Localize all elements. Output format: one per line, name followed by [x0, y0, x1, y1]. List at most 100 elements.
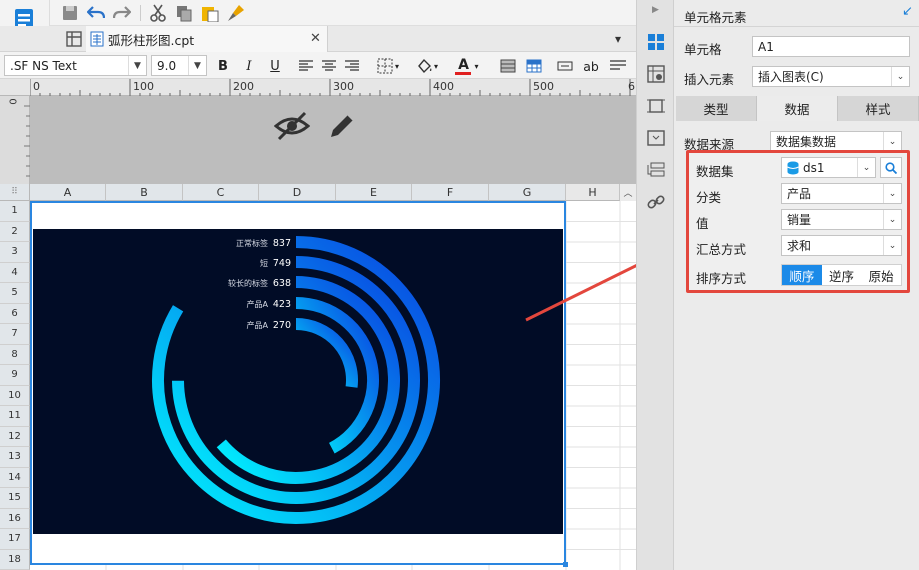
chart-canvas: 正常标签 837 短 749 较长的标签 638 产品A 423 产品A 270 — [152, 236, 440, 524]
cell-value: A1 — [758, 39, 774, 54]
column-header[interactable]: C — [183, 184, 259, 201]
save-icon[interactable] — [60, 3, 80, 23]
chevron-down-icon[interactable]: ▼ — [128, 56, 146, 75]
column-header[interactable]: E — [336, 184, 412, 201]
align-left-icon[interactable] — [297, 57, 315, 75]
row-header[interactable]: 7 — [0, 324, 30, 345]
arc-bar — [295, 318, 358, 388]
panel-title: 单元格元素 — [684, 10, 747, 25]
cell-label: 单元格 — [684, 42, 722, 57]
font-family-value: .SF NS Text — [10, 58, 77, 73]
row-header[interactable]: 11 — [0, 406, 30, 427]
condition-attribute-icon[interactable] — [645, 160, 667, 180]
edit-pencil-icon[interactable] — [324, 108, 360, 144]
cell-element-icon[interactable] — [645, 32, 667, 52]
row-header[interactable]: 13 — [0, 447, 30, 468]
paste-icon[interactable] — [200, 3, 220, 23]
category-label: 短 — [260, 258, 268, 268]
divider — [674, 26, 919, 27]
text-color-icon[interactable]: A ▾ — [451, 56, 483, 76]
align-center-icon[interactable] — [320, 57, 338, 75]
row-header[interactable]: 18 — [0, 549, 30, 570]
tab-type[interactable]: 类型 — [676, 96, 757, 121]
column-header[interactable]: B — [106, 184, 183, 201]
row-header[interactable]: 9 — [0, 365, 30, 386]
ruler-mark: 300 — [333, 80, 354, 93]
ruler-mark: 0 — [33, 80, 40, 93]
border-icon[interactable]: ▾ — [374, 57, 402, 75]
expand-arrow-icon[interactable]: ↙ — [902, 4, 913, 19]
value-label: 749 — [273, 258, 291, 269]
row-header[interactable]: 14 — [0, 467, 30, 488]
side-icon-strip: ▶ — [636, 0, 674, 570]
close-tab-icon[interactable]: ✕ — [310, 31, 321, 46]
cell-style-icon[interactable] — [499, 57, 517, 75]
value-label: 423 — [273, 299, 291, 310]
row-header[interactable]: 16 — [0, 508, 30, 529]
fill-handle[interactable] — [563, 562, 568, 567]
select-all-corner[interactable]: ⠿ — [0, 184, 30, 201]
row-header[interactable]: 3 — [0, 242, 30, 263]
widget-icon[interactable] — [645, 128, 667, 148]
value-label: 638 — [273, 278, 291, 289]
cell-attribute-icon[interactable] — [645, 64, 667, 84]
cell-input[interactable]: A1 — [752, 36, 910, 57]
value-label: 270 — [273, 320, 291, 331]
undo-icon[interactable] — [86, 3, 106, 23]
horizontal-ruler: 0 100 200 300 400 500 6 — [0, 79, 636, 96]
insert-element-select[interactable]: 插入图表(C) ⌄ — [752, 66, 910, 87]
ruler-mark: 100 — [133, 80, 154, 93]
row-header[interactable]: 10 — [0, 385, 30, 406]
column-header[interactable]: D — [259, 184, 336, 201]
copy-icon[interactable] — [174, 3, 194, 23]
cut-icon[interactable] — [148, 3, 168, 23]
row-header[interactable]: 4 — [0, 262, 30, 283]
hyperlink-icon[interactable] — [645, 192, 667, 212]
column-header[interactable]: F — [412, 184, 489, 201]
redo-icon[interactable] — [112, 3, 132, 23]
scroll-up-icon[interactable]: ︿ — [620, 184, 636, 201]
format-painter-icon[interactable] — [226, 3, 246, 23]
data-source-select[interactable]: 数据集数据 ⌄ — [770, 131, 902, 152]
chevron-down-icon[interactable]: ⌄ — [883, 132, 901, 151]
font-family-select[interactable]: .SF NS Text ▼ — [4, 55, 147, 76]
row-header[interactable]: 12 — [0, 426, 30, 447]
toolbar-divider — [140, 5, 141, 21]
chevron-down-icon[interactable]: ▼ — [188, 56, 206, 75]
row-header[interactable]: 2 — [0, 221, 30, 242]
underline-button[interactable]: U — [266, 57, 284, 75]
document-tab[interactable]: 弧形柱形图.cpt ✕ — [86, 26, 328, 52]
table-style-icon[interactable] — [525, 57, 543, 75]
panel-tabs: 类型 数据 样式 — [676, 96, 919, 121]
bold-button[interactable]: B — [214, 57, 232, 75]
column-header[interactable]: A — [30, 184, 106, 201]
ruler-mark: 500 — [533, 80, 554, 93]
align-right-icon[interactable] — [343, 57, 361, 75]
hide-icon[interactable] — [272, 108, 312, 144]
fill-color-icon[interactable]: ▾ — [412, 57, 442, 75]
column-header[interactable]: H — [566, 184, 620, 201]
wrap-text-button[interactable]: ab — [581, 57, 601, 75]
row-header[interactable]: 1 — [0, 201, 30, 222]
merge-icon[interactable] — [556, 57, 574, 75]
tab-style[interactable]: 样式 — [838, 96, 919, 121]
column-header[interactable]: G — [489, 184, 566, 201]
document-tab-title: 弧形柱形图.cpt — [108, 32, 195, 48]
ruler-mark: 0 — [6, 98, 18, 105]
row-header[interactable]: 15 — [0, 488, 30, 509]
grid-icon[interactable] — [64, 29, 84, 49]
more-format-icon[interactable] — [608, 57, 628, 75]
category-label: 正常标签 — [236, 238, 268, 248]
italic-button[interactable]: I — [240, 57, 258, 75]
row-header[interactable]: 8 — [0, 344, 30, 365]
row-header[interactable]: 5 — [0, 283, 30, 304]
pin-icon[interactable]: ▾ — [608, 30, 628, 48]
chevron-down-icon[interactable]: ⌄ — [891, 67, 909, 86]
row-header[interactable]: 17 — [0, 529, 30, 550]
row-header[interactable]: 6 — [0, 303, 30, 324]
ruler-mark: 200 — [233, 80, 254, 93]
tab-data[interactable]: 数据 — [757, 96, 838, 121]
float-element-icon[interactable] — [645, 96, 667, 116]
font-size-select[interactable]: 9.0 ▼ — [151, 55, 207, 76]
collapse-arrow-icon[interactable]: ▶ — [652, 5, 659, 15]
